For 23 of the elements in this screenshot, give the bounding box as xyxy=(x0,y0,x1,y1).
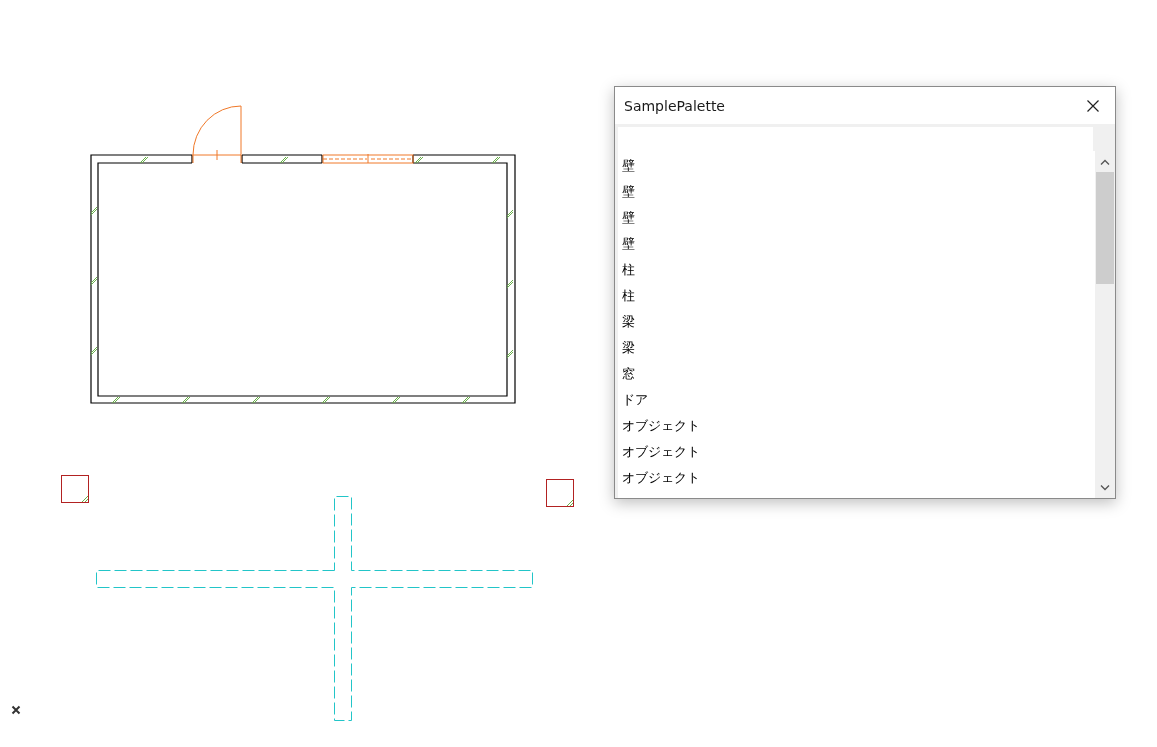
list-item[interactable]: 壁 xyxy=(618,179,1095,205)
door-drawing xyxy=(191,105,242,164)
list-item[interactable]: 柱 xyxy=(618,257,1095,283)
list-item[interactable]: 柱 xyxy=(618,283,1095,309)
origin-marker-icon xyxy=(11,705,21,715)
column-drawing xyxy=(61,475,89,503)
chevron-up-icon xyxy=(1100,159,1110,165)
list-item[interactable]: ドア xyxy=(618,387,1095,413)
list-item[interactable]: 壁 xyxy=(618,153,1095,179)
scrollbar[interactable] xyxy=(1095,152,1115,498)
chevron-down-icon xyxy=(1100,485,1110,491)
list-item[interactable]: 壁 xyxy=(618,231,1095,257)
close-icon xyxy=(1087,99,1099,112)
list-item[interactable]: 梁 xyxy=(618,309,1095,335)
scrollbar-thumb[interactable] xyxy=(1096,172,1114,284)
list-item[interactable]: 梁 xyxy=(618,335,1095,361)
list-item[interactable]: オブジェクト xyxy=(618,439,1095,465)
list-item[interactable]: 窓 xyxy=(618,361,1095,387)
column-drawing xyxy=(546,479,574,507)
list-item[interactable]: 壁 xyxy=(618,205,1095,231)
list-item[interactable]: オブジェクト xyxy=(618,413,1095,439)
window-title: SamplePalette xyxy=(624,97,725,114)
list-item[interactable]: オブジェクト xyxy=(618,465,1095,491)
